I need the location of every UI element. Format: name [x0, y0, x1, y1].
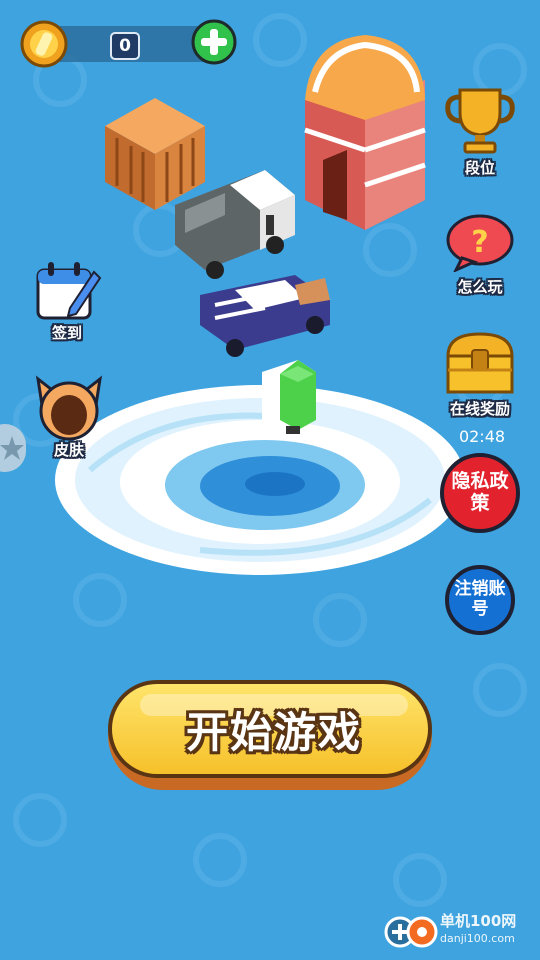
fox-face-icon — [35, 375, 103, 441]
svg-text:?: ? — [471, 225, 488, 260]
checkin-button[interactable]: 签到 — [30, 258, 104, 348]
treasure-chest-icon — [446, 332, 514, 394]
question-bubble-icon: ? — [446, 214, 514, 274]
watermark: 单机100网 danji100.com — [384, 908, 534, 954]
skin-button[interactable]: 皮肤 — [32, 375, 106, 465]
star-icon — [0, 436, 24, 460]
shop-building — [304, 35, 426, 230]
privacy-policy-button[interactable]: 隐私政策 — [440, 453, 520, 533]
watermark-logo-icon — [384, 916, 438, 948]
how-to-play-label: 怎么玩 — [457, 278, 503, 296]
side-tab[interactable] — [0, 424, 26, 472]
online-reward-timer: 02:48 — [458, 427, 506, 446]
start-game-button[interactable]: 开始游戏 — [108, 680, 432, 790]
start-game-label: 开始游戏 — [185, 708, 362, 757]
coin-count: 0 — [110, 32, 140, 60]
online-reward-label: 在线奖励 — [449, 400, 510, 418]
calendar-pencil-icon — [36, 262, 102, 320]
watermark-site: 单机100网 — [440, 912, 517, 930]
rank-button[interactable]: 段位 — [440, 85, 520, 185]
green-bus — [262, 360, 316, 436]
plus-icon[interactable] — [190, 18, 238, 66]
armored-truck — [175, 170, 295, 279]
start-game-button-face: 开始游戏 — [108, 680, 432, 778]
trophy-icon — [445, 88, 515, 154]
gold-coin-icon — [20, 20, 68, 68]
rank-label: 段位 — [464, 159, 495, 177]
skin-label: 皮肤 — [53, 441, 84, 459]
how-to-play-button[interactable]: ? 怎么玩 — [440, 212, 520, 302]
blue-police-car — [200, 275, 330, 357]
delete-account-button[interactable]: 注销账号 — [445, 565, 515, 635]
watermark-url: danji100.com — [440, 932, 515, 945]
checkin-label: 签到 — [51, 324, 82, 342]
